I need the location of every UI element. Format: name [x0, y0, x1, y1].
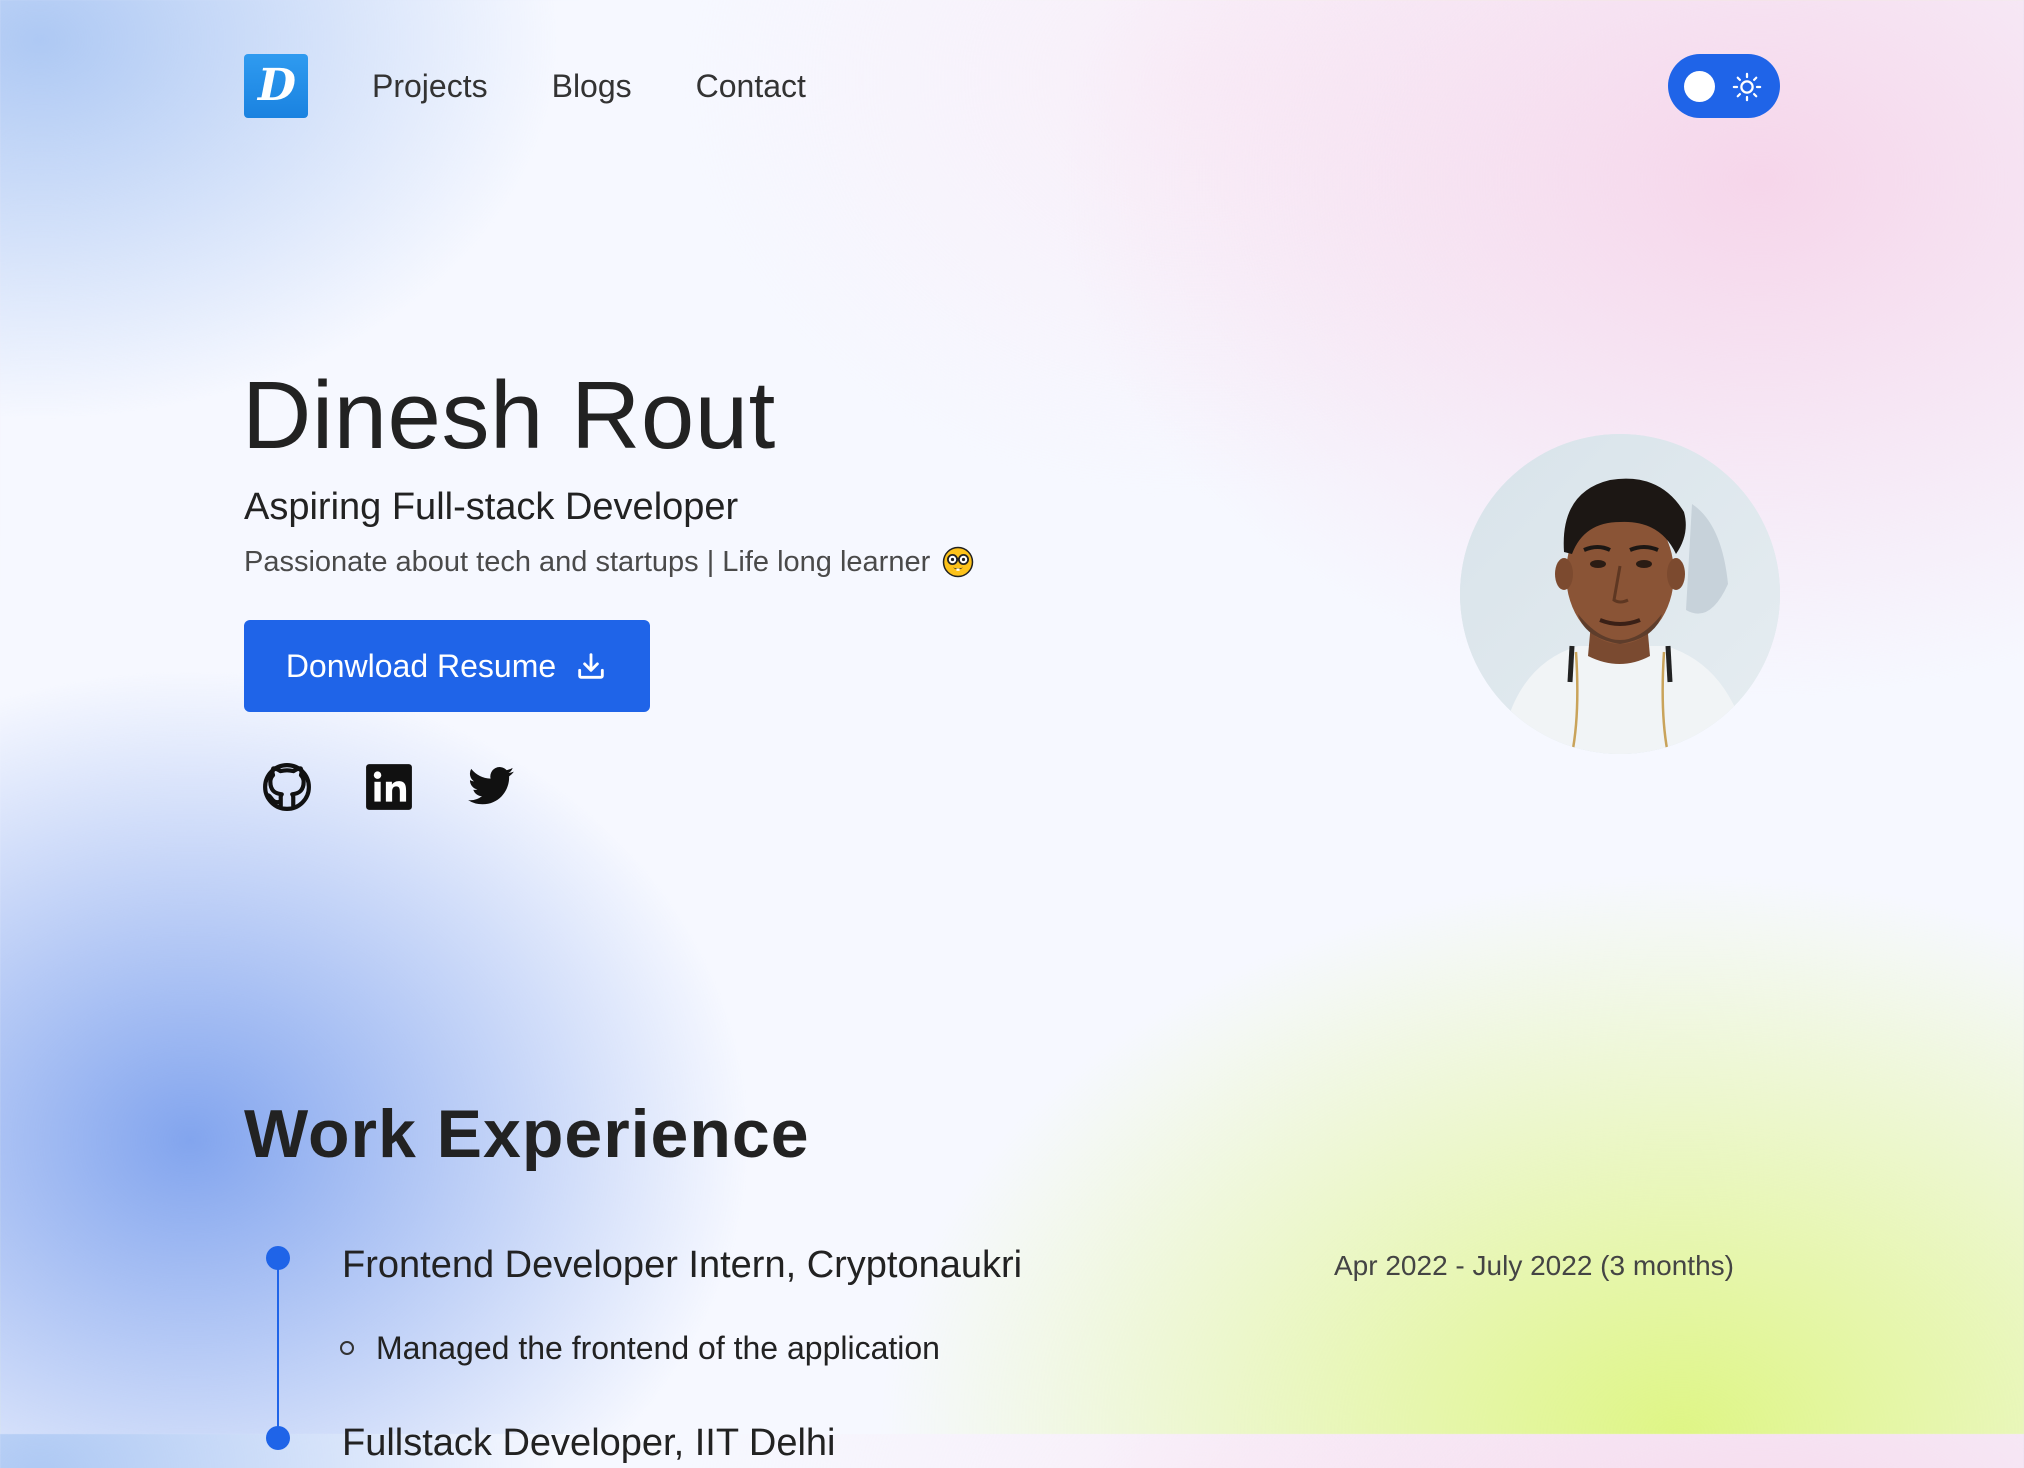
- nav-projects[interactable]: Projects: [372, 62, 488, 110]
- twitter-icon: [468, 767, 514, 805]
- download-resume-label: Donwload Resume: [285, 647, 557, 684]
- profile-portrait: [1460, 434, 1780, 754]
- twitter-link[interactable]: [466, 762, 516, 812]
- hero-role: Aspiring Full-stack Developer: [244, 486, 739, 528]
- work-experience-title: Work Experience: [244, 1096, 810, 1172]
- github-link[interactable]: [262, 762, 312, 812]
- job-bullet-text: Managed the frontend of the application: [376, 1330, 940, 1366]
- job-title: Fullstack Developer, IIT Delhi: [342, 1422, 836, 1464]
- nav-contact[interactable]: Contact: [696, 62, 806, 110]
- theme-toggle[interactable]: [1668, 54, 1780, 118]
- hero-name: Dinesh Rout: [242, 362, 776, 469]
- hero-tagline-text: Passionate about tech and startups | Lif…: [244, 546, 931, 578]
- sun-icon: [1732, 72, 1762, 102]
- job-title: Frontend Developer Intern, Cryptonaukri: [342, 1244, 1023, 1286]
- bullet-marker: [340, 1341, 354, 1355]
- timeline-dot: [266, 1246, 290, 1270]
- hero-tagline: Passionate about tech and startups | Lif…: [244, 540, 974, 584]
- linkedin-link[interactable]: [364, 762, 414, 812]
- github-icon: [263, 763, 311, 811]
- timeline-line: [277, 1258, 279, 1438]
- toggle-knob: [1684, 71, 1715, 102]
- timeline-dot: [266, 1426, 290, 1450]
- social-links: [262, 762, 516, 812]
- profile-photo: [1460, 434, 1780, 754]
- main-nav: Projects Blogs Contact: [372, 62, 806, 110]
- job-bullet: Managed the frontend of the application: [340, 1326, 940, 1370]
- download-resume-button[interactable]: Donwload Resume: [244, 620, 650, 712]
- linkedin-icon: [366, 764, 412, 810]
- site-logo[interactable]: D: [244, 54, 308, 118]
- nav-blogs[interactable]: Blogs: [552, 62, 632, 110]
- job-dates: Apr 2022 - July 2022 (3 months): [1334, 1250, 1734, 1281]
- download-icon: [578, 653, 604, 679]
- logo-letter: D: [257, 60, 297, 111]
- nerd-face-emoji: [943, 546, 974, 578]
